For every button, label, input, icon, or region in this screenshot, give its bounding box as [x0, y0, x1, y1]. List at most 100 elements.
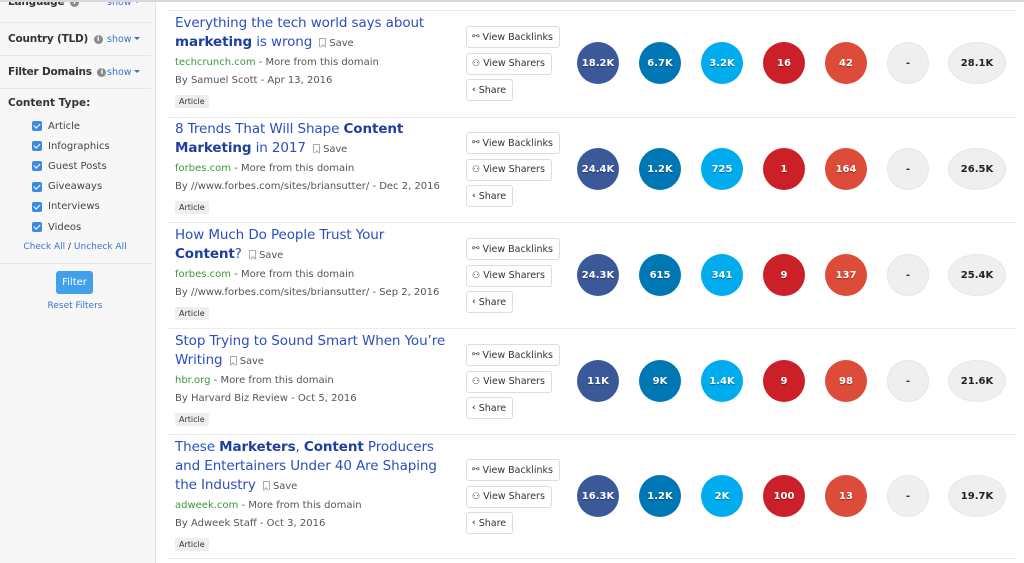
domain-link[interactable]: techcrunch.com: [175, 57, 256, 68]
button-label: View Sharers: [483, 164, 545, 176]
total-shares-count: 26.5K: [948, 148, 1006, 190]
result-info: How Much Do People Trust Your Content? S…: [175, 226, 450, 320]
view-sharers-button[interactable]: ⚇ View Sharers: [466, 370, 552, 393]
content-type-giveaways[interactable]: Giveaways: [32, 177, 110, 197]
content-type-videos[interactable]: Videos: [32, 217, 110, 237]
save-button[interactable]: Save: [260, 481, 297, 492]
checkbox-checked[interactable]: [32, 222, 42, 233]
share-button[interactable]: ‹ Share: [466, 79, 514, 102]
more-from-domain-link[interactable]: More from this domain: [241, 269, 354, 280]
check-all-link[interactable]: Check All: [23, 242, 65, 252]
domain-link[interactable]: forbes.com: [175, 163, 231, 174]
button-label: View Sharers: [483, 270, 545, 282]
total-shares-count: 25.4K: [948, 254, 1006, 296]
link-separator: /: [68, 242, 72, 252]
more-from-domain-link[interactable]: More from this domain: [266, 57, 379, 68]
content-type-infographics[interactable]: Infographics: [32, 136, 110, 156]
byline: By Adweek Staff - Oct 3, 2016: [175, 518, 326, 529]
domain-line: forbes.com - More from this domain: [175, 266, 450, 284]
checkbox-checked[interactable]: [32, 161, 42, 172]
linkedin-shares-count: 1.2K: [639, 148, 681, 190]
result-actions: ⚯ View Backlinks ⚇ View Sharers ‹ Share: [466, 344, 560, 424]
domain-link[interactable]: forbes.com: [175, 269, 231, 280]
result-title[interactable]: These Marketers, Content Producers and E…: [175, 438, 450, 496]
uncheck-all-link[interactable]: Uncheck All: [74, 242, 127, 252]
result-info: These Marketers, Content Producers and E…: [175, 438, 450, 551]
view-sharers-button[interactable]: ⚇ View Sharers: [466, 485, 552, 508]
title-text: ,: [295, 439, 304, 455]
button-label: Share: [478, 517, 507, 529]
domain-separator: -: [238, 500, 249, 511]
reset-filters-link[interactable]: Reset Filters: [0, 301, 150, 311]
byline: By //www.forbes.com/sites/briansutter/ -…: [175, 181, 440, 192]
bookmark-icon: [262, 481, 270, 490]
result-actions: ⚯ View Backlinks ⚇ View Sharers ‹ Share: [466, 459, 560, 539]
result-title[interactable]: Everything the tech world says about mar…: [175, 14, 450, 53]
content-type-guest-posts[interactable]: Guest Posts: [32, 156, 110, 176]
reddit-shares-count: -: [887, 148, 929, 190]
view-backlinks-button[interactable]: ⚯ View Backlinks: [466, 132, 560, 154]
link-icon: ⚯: [472, 350, 480, 360]
view-sharers-button[interactable]: ⚇ View Sharers: [466, 264, 552, 287]
filter-domains: Filter Domains i show: [0, 56, 151, 89]
users-icon: ⚇: [472, 164, 481, 175]
googleplus-shares-count: 42: [825, 42, 867, 84]
result-info: Stop Trying to Sound Smart When You’re W…: [175, 332, 450, 426]
share-button[interactable]: ‹ Share: [466, 185, 514, 208]
save-button[interactable]: Save: [316, 38, 354, 49]
result-actions: ⚯ View Backlinks ⚇ View Sharers ‹ Share: [466, 26, 560, 106]
checkbox-checked[interactable]: [32, 141, 42, 152]
result-title[interactable]: How Much Do People Trust Your Content? S…: [175, 226, 450, 265]
title-text: marketing: [175, 34, 253, 50]
googleplus-shares-count: 137: [825, 254, 867, 296]
share-button[interactable]: ‹ Share: [466, 512, 514, 535]
view-backlinks-button[interactable]: ⚯ View Backlinks: [466, 26, 560, 48]
button-label: Share: [478, 190, 507, 202]
checkbox-checked[interactable]: [32, 181, 42, 192]
domain-link[interactable]: adweek.com: [175, 500, 238, 511]
result-title[interactable]: Stop Trying to Sound Smart When You’re W…: [175, 332, 450, 371]
result-title[interactable]: 8 Trends That Will Shape Content Marketi…: [175, 120, 450, 159]
caret-down-icon: [133, 70, 140, 73]
button-label: View Backlinks: [482, 137, 553, 149]
info-icon[interactable]: i: [93, 35, 103, 44]
view-sharers-button[interactable]: ⚇ View Sharers: [466, 158, 552, 181]
googleplus-shares-count: 164: [825, 148, 867, 190]
filter-label: Filter Domains: [8, 66, 92, 78]
share-icon: ‹: [472, 191, 476, 202]
domain-link[interactable]: hbr.org: [175, 375, 210, 386]
save-button[interactable]: Save: [246, 250, 283, 261]
title-text: Stop Trying to Sound Smart When You’re W…: [175, 333, 446, 368]
content-type-heading: Content Type:: [8, 97, 91, 109]
view-backlinks-button[interactable]: ⚯ View Backlinks: [466, 459, 560, 481]
domain-separator: -: [231, 269, 241, 280]
content-type-article[interactable]: Article: [32, 116, 110, 136]
filter-button[interactable]: Filter: [56, 271, 93, 294]
bookmark-icon: [313, 144, 321, 153]
view-backlinks-button[interactable]: ⚯ View Backlinks: [466, 344, 560, 366]
row-divider: [167, 222, 1017, 223]
title-text: Content: [303, 439, 364, 455]
more-from-domain-link[interactable]: More from this domain: [220, 375, 333, 386]
reddit-shares-count: -: [887, 360, 929, 402]
content-type-badge: Article: [175, 201, 209, 214]
view-sharers-button[interactable]: ⚇ View Sharers: [466, 52, 552, 75]
bookmark-icon: [249, 250, 257, 259]
facebook-shares-count: 16.3K: [577, 475, 619, 517]
share-button[interactable]: ‹ Share: [466, 397, 514, 420]
checkbox-checked[interactable]: [32, 121, 42, 132]
more-from-domain-link[interactable]: More from this domain: [248, 500, 361, 511]
country-show-toggle[interactable]: show: [107, 34, 140, 45]
domains-show-toggle[interactable]: show: [107, 67, 140, 78]
content-type-list: Article Infographics Guest Posts Giveawa…: [32, 116, 110, 237]
content-type-interviews[interactable]: Interviews: [32, 197, 110, 217]
save-button[interactable]: Save: [227, 356, 264, 367]
view-backlinks-button[interactable]: ⚯ View Backlinks: [466, 238, 560, 260]
save-label: Save: [323, 144, 348, 155]
checkbox-checked[interactable]: [32, 201, 42, 212]
save-button[interactable]: Save: [310, 144, 347, 155]
link-icon: ⚯: [472, 138, 480, 148]
share-button[interactable]: ‹ Share: [466, 291, 514, 314]
more-from-domain-link[interactable]: More from this domain: [241, 163, 354, 174]
info-icon[interactable]: i: [97, 68, 107, 77]
